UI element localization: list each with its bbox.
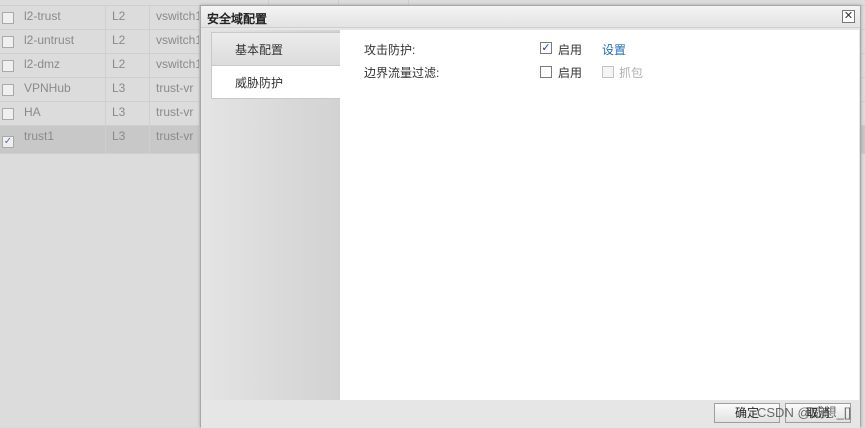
zone-router-cell: trust-vr <box>150 78 200 102</box>
tab-label: 基本配置 <box>235 43 284 57</box>
zone-type-cell: L2 <box>106 30 150 54</box>
row-checkbox[interactable] <box>2 12 14 24</box>
zone-type-cell: L2 <box>106 54 150 78</box>
row-checkbox[interactable] <box>2 108 14 120</box>
zone-name-cell: l2-dmz <box>18 54 106 78</box>
row-checkbox[interactable] <box>2 60 14 72</box>
dialog-title: 安全域配置 <box>207 12 268 26</box>
boundary-filter-checkbox[interactable] <box>540 66 552 78</box>
zone-name-cell: l2-trust <box>18 6 106 30</box>
packet-capture-checkbox[interactable] <box>602 66 614 78</box>
dialog-body: 基本配置 威胁防护 攻击防护: ✓ 启用 设置 边界流量过滤: 启用 抓包 <box>204 30 859 400</box>
tab-label: 威胁防护 <box>235 76 284 90</box>
close-icon[interactable]: ✕ <box>842 10 855 23</box>
zone-config-dialog: 安全域配置 ✕ 基本配置 威胁防护 攻击防护: ✓ 启用 设置 边界流量过滤: … <box>200 5 861 428</box>
zone-name-cell: l2-untrust <box>18 30 106 54</box>
watermark-text: CSDN @威想_[] <box>757 405 852 420</box>
zone-type-cell: L3 <box>106 126 150 154</box>
zone-name-cell: VPNHub <box>18 78 106 102</box>
boundary-filter-label: 边界流量过滤: <box>364 66 440 80</box>
boundary-filter-enable-label[interactable]: 启用 <box>558 64 582 81</box>
attack-protection-settings-link[interactable]: 设置 <box>602 41 626 58</box>
attack-protection-checkbox[interactable]: ✓ <box>540 42 552 54</box>
zone-router-cell: trust-vr <box>150 126 200 154</box>
check-icon: ✓ <box>541 42 551 54</box>
zone-name-cell: HA <box>18 102 106 126</box>
row-checkbox[interactable] <box>2 36 14 48</box>
zone-type-cell: L3 <box>106 78 150 102</box>
tab-list: 基本配置 威胁防护 <box>204 30 340 400</box>
zone-router-cell: trust-vr <box>150 102 200 126</box>
zone-type-cell: L2 <box>106 6 150 30</box>
zone-router-cell: vswitch1 <box>150 54 200 78</box>
zone-type-cell: L3 <box>106 102 150 126</box>
attack-protection-enable-label[interactable]: 启用 <box>558 41 582 58</box>
zone-router-cell: vswitch1 <box>150 30 200 54</box>
dialog-title-bar[interactable]: 安全域配置 ✕ <box>201 6 860 28</box>
tab-basic-config[interactable]: 基本配置 <box>211 32 340 66</box>
row-checkbox[interactable] <box>2 84 14 96</box>
zone-name-cell: trust1 <box>18 126 106 154</box>
attack-protection-label: 攻击防护: <box>364 43 416 57</box>
zone-router-cell: vswitch1 <box>150 6 200 30</box>
row-checkbox-checked[interactable]: ✓ <box>2 136 14 148</box>
tab-content: 攻击防护: ✓ 启用 设置 边界流量过滤: 启用 抓包 <box>340 30 859 400</box>
tab-threat-protection[interactable]: 威胁防护 <box>211 65 340 99</box>
packet-capture-label: 抓包 <box>619 66 644 80</box>
